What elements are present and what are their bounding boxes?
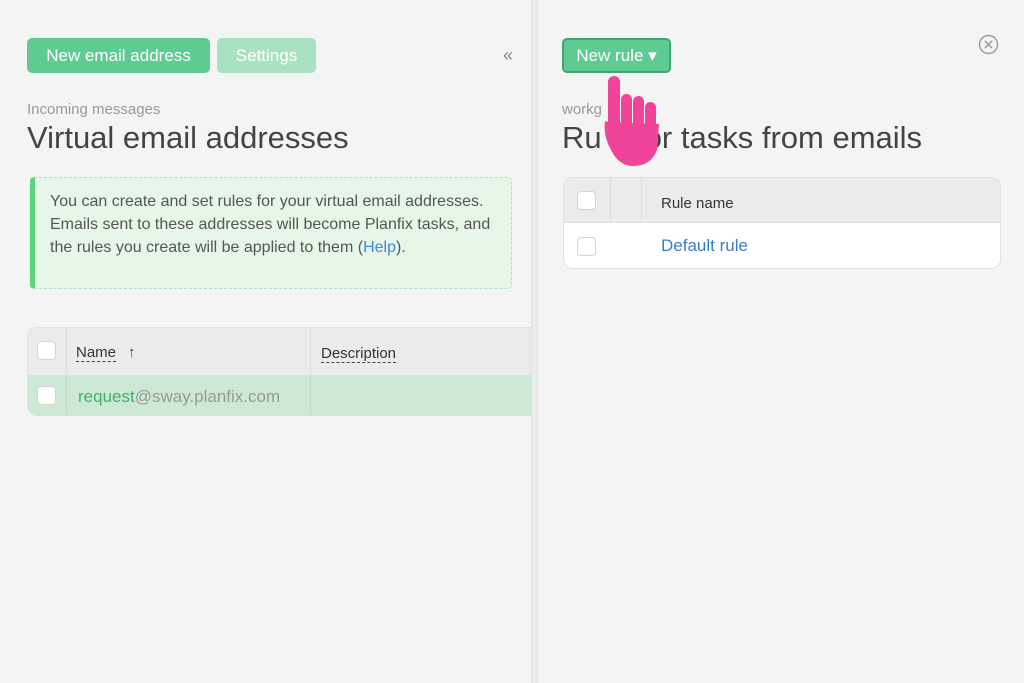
page-title: Ru or tasks from emails bbox=[562, 120, 923, 155]
select-all-checkbox[interactable] bbox=[577, 191, 596, 210]
column-divider bbox=[66, 376, 67, 415]
column-header-name[interactable]: Name bbox=[76, 344, 117, 362]
section-subtitle: Incoming messages bbox=[27, 101, 161, 118]
column-divider bbox=[641, 178, 642, 222]
info-box: You can create and set rules for your vi… bbox=[30, 177, 512, 289]
right-panel bbox=[538, 0, 1024, 683]
panel-divider[interactable] bbox=[531, 0, 538, 683]
select-all-checkbox[interactable] bbox=[37, 341, 56, 360]
row-checkbox[interactable] bbox=[37, 386, 56, 405]
email-address[interactable]: request@sway.planfix.com bbox=[78, 387, 280, 407]
email-addresses-table: Name ↑ Description request@sway.planfix.… bbox=[27, 327, 531, 416]
close-circle-icon[interactable] bbox=[978, 34, 999, 55]
column-divider bbox=[66, 328, 67, 375]
column-divider bbox=[310, 376, 311, 415]
info-text-end: ). bbox=[395, 239, 406, 256]
column-header-rule-name[interactable]: Rule name bbox=[661, 195, 734, 212]
settings-button[interactable]: Settings bbox=[217, 38, 316, 73]
page-title: Virtual email addresses bbox=[27, 120, 349, 155]
section-subtitle: workg bbox=[562, 101, 603, 118]
table-header: Rule name bbox=[564, 178, 1000, 223]
table-row[interactable]: Default rule bbox=[564, 223, 1000, 268]
column-divider bbox=[310, 328, 311, 375]
table-header: Name ↑ Description bbox=[28, 328, 531, 376]
info-text: You can create and set rules for your vi… bbox=[50, 193, 491, 256]
rules-table: Rule name Default rule bbox=[563, 177, 1001, 269]
left-panel: New email address Settings « Incoming me… bbox=[0, 0, 531, 683]
table-row[interactable]: request@sway.planfix.com bbox=[28, 376, 531, 415]
column-divider bbox=[610, 178, 611, 222]
email-user: request bbox=[78, 387, 135, 406]
rule-name-link[interactable]: Default rule bbox=[661, 236, 748, 256]
help-link[interactable]: Help bbox=[363, 239, 396, 256]
new-email-address-button[interactable]: New email address bbox=[27, 38, 210, 73]
new-rule-button[interactable]: New rule ▾ bbox=[562, 38, 671, 73]
column-header-description[interactable]: Description bbox=[321, 345, 397, 363]
row-checkbox[interactable] bbox=[577, 237, 596, 256]
sort-ascending-icon[interactable]: ↑ bbox=[128, 344, 136, 361]
double-chevron-left-icon[interactable]: « bbox=[503, 46, 519, 64]
email-domain: @sway.planfix.com bbox=[134, 387, 281, 406]
